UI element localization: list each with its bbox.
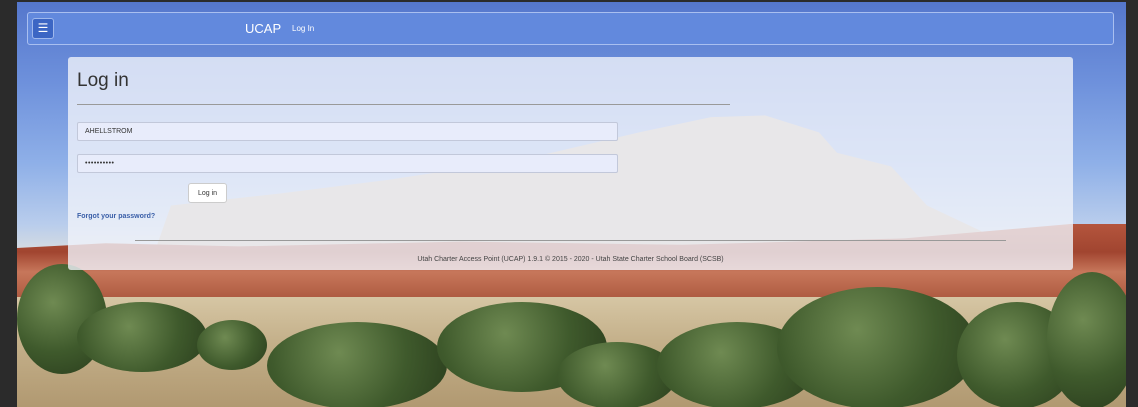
hamburger-icon[interactable]: ☰ <box>32 18 54 39</box>
login-button[interactable]: Log in <box>188 183 227 203</box>
username-input[interactable] <box>77 122 618 141</box>
footer-text: Utah Charter Access Point (UCAP) 1.9.1 ©… <box>417 256 724 263</box>
page-title: Log in <box>77 70 129 91</box>
password-input[interactable] <box>77 154 618 173</box>
brand-link[interactable]: UCAP <box>245 21 281 36</box>
nav-login-link[interactable]: Log In <box>292 24 314 33</box>
forgot-password-link[interactable]: Forgot your password? <box>77 213 155 220</box>
juniper-tree <box>77 302 207 372</box>
juniper-tree <box>267 322 447 407</box>
title-divider <box>77 104 730 105</box>
login-panel: Log in Log in Forgot your password? Utah… <box>68 57 1073 270</box>
juniper-tree <box>197 320 267 370</box>
juniper-tree <box>777 287 977 407</box>
top-navbar: ☰ UCAP Log In <box>27 12 1114 45</box>
footer-divider <box>135 240 1006 241</box>
juniper-tree <box>1047 272 1126 407</box>
